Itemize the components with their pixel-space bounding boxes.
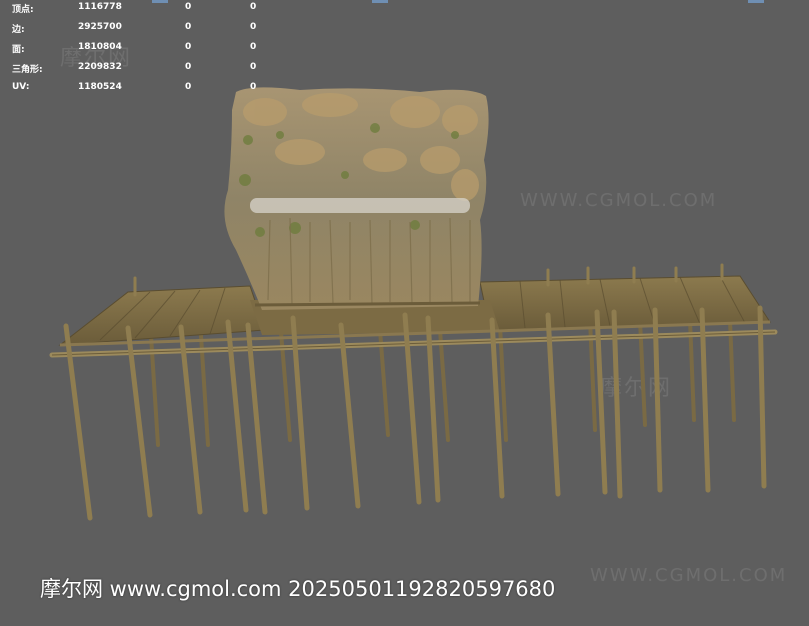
stat-extra: 0 xyxy=(250,82,257,92)
stat-selected: 0 xyxy=(185,82,192,92)
stat-total: 2209832 xyxy=(78,62,122,72)
stat-label: 三角形: xyxy=(12,65,43,75)
stat-selected: 0 xyxy=(185,62,192,72)
pier-hut-model[interactable] xyxy=(0,0,809,626)
stat-label: 顶点: xyxy=(12,5,34,15)
stat-extra: 0 xyxy=(250,2,257,12)
stat-extra: 0 xyxy=(250,62,257,72)
stat-total: 1180524 xyxy=(78,82,122,92)
stat-selected: 0 xyxy=(185,22,192,32)
stat-label: 边: xyxy=(12,25,25,35)
stat-extra: 0 xyxy=(250,42,257,52)
front-stilts xyxy=(63,305,767,521)
thatched-hut xyxy=(224,87,489,310)
footer-watermark: 摩尔网 www.cgmol.com 20250501192820597680 xyxy=(40,577,556,601)
stat-label: UV: xyxy=(12,82,30,92)
stat-total: 1810804 xyxy=(78,42,122,52)
stat-total: 1116778 xyxy=(78,2,122,12)
stat-selected: 0 xyxy=(185,2,192,12)
3d-viewport[interactable]: 摩尔网 WWW.CGMOL.COM 摩尔网 WWW.CGMOL.COM 顶点: … xyxy=(0,0,809,626)
stat-selected: 0 xyxy=(185,42,192,52)
stat-total: 2925700 xyxy=(78,22,122,32)
stat-label: 面: xyxy=(12,45,25,55)
stat-extra: 0 xyxy=(250,22,257,32)
